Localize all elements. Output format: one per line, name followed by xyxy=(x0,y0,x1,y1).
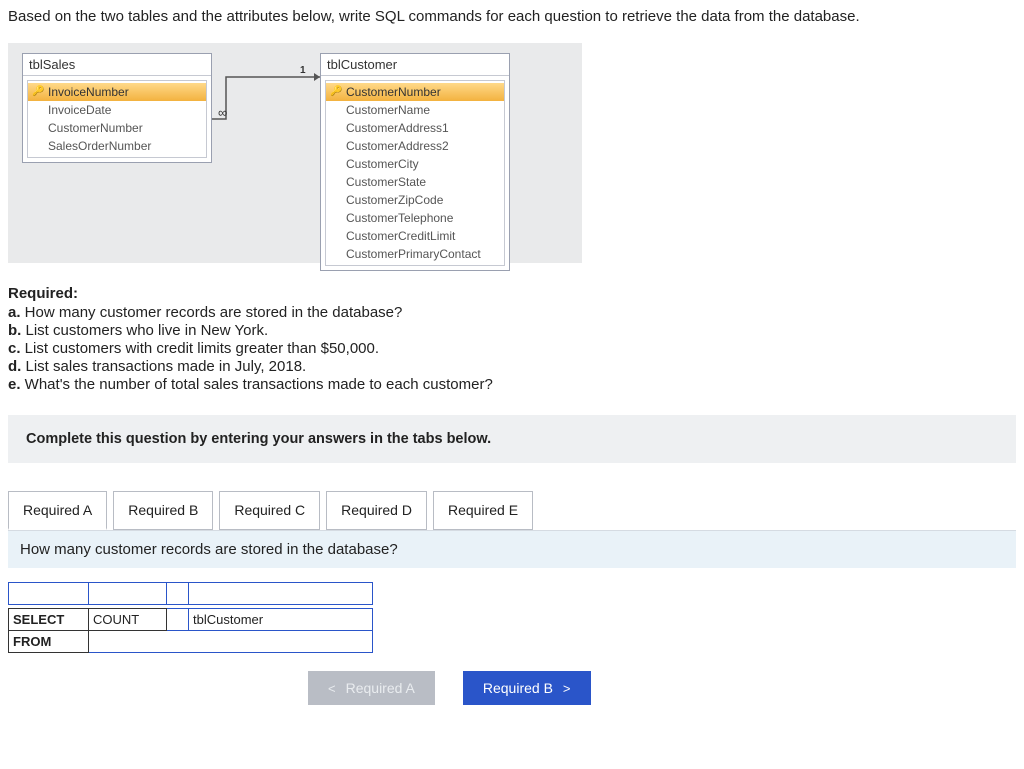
tab-required-d[interactable]: Required D xyxy=(326,491,427,530)
question-bar: How many customer records are stored in … xyxy=(8,530,1016,568)
nav-buttons: < Required A Required B > xyxy=(8,671,1016,705)
field-salesordernumber: SalesOrderNumber xyxy=(28,137,206,155)
cardinality-many: ∞ xyxy=(218,105,227,120)
table-tblsales: tblSales 🔑InvoiceNumber InvoiceDate Cust… xyxy=(22,53,212,163)
answer-grid: SELECT COUNT tblCustomer FROM xyxy=(8,582,373,653)
req-c: c. List customers with credit limits gre… xyxy=(8,340,1016,357)
relationship-line xyxy=(212,71,320,129)
tab-required-b[interactable]: Required B xyxy=(113,491,213,530)
prev-label: Required A xyxy=(346,680,415,696)
required-block: Required: a. How many customer records a… xyxy=(8,285,1016,393)
intro-text: Based on the two tables and the attribut… xyxy=(8,8,1016,25)
field-customerprimarycontact: CustomerPrimaryContact xyxy=(326,245,504,263)
tabs-row: Required A Required B Required C Require… xyxy=(8,491,1016,530)
next-button[interactable]: Required B > xyxy=(463,671,591,705)
field-customernumber-pk: 🔑CustomerNumber xyxy=(326,83,504,101)
req-d: d. List sales transactions made in July,… xyxy=(8,358,1016,375)
tab-required-a[interactable]: Required A xyxy=(8,491,107,530)
field-customeraddress2: CustomerAddress2 xyxy=(326,137,504,155)
field-customername: CustomerName xyxy=(326,101,504,119)
cell-from[interactable]: FROM xyxy=(9,631,89,653)
cell-r0c1[interactable] xyxy=(9,583,89,605)
required-heading: Required: xyxy=(8,285,1016,302)
cell-r0c3[interactable] xyxy=(167,583,189,605)
table-tblcustomer: tblCustomer 🔑CustomerNumber CustomerName… xyxy=(320,53,510,271)
req-b: b. List customers who live in New York. xyxy=(8,322,1016,339)
field-customernumber: CustomerNumber xyxy=(28,119,206,137)
field-customercity: CustomerCity xyxy=(326,155,504,173)
tab-required-e[interactable]: Required E xyxy=(433,491,533,530)
cell-from-value[interactable] xyxy=(89,631,373,653)
instruction-bar: Complete this question by entering your … xyxy=(8,415,1016,463)
req-e: e. What's the number of total sales tran… xyxy=(8,376,1016,393)
tab-required-c[interactable]: Required C xyxy=(219,491,320,530)
table-title-right: tblCustomer xyxy=(321,54,509,76)
table-title-left: tblSales xyxy=(23,54,211,76)
cell-select[interactable]: SELECT xyxy=(9,609,89,631)
next-label: Required B xyxy=(483,680,553,696)
field-customerstate: CustomerState xyxy=(326,173,504,191)
prev-button[interactable]: < Required A xyxy=(308,671,435,705)
cell-tblcustomer[interactable]: tblCustomer xyxy=(189,609,373,631)
cardinality-one: 1 xyxy=(300,65,306,76)
field-customercreditlimit: CustomerCreditLimit xyxy=(326,227,504,245)
cell-paren[interactable] xyxy=(167,609,189,631)
field-customeraddress1: CustomerAddress1 xyxy=(326,119,504,137)
field-customertelephone: CustomerTelephone xyxy=(326,209,504,227)
req-a: a. How many customer records are stored … xyxy=(8,304,1016,321)
chevron-right-icon: > xyxy=(563,681,571,696)
key-icon: 🔑 xyxy=(32,84,44,100)
er-diagram: tblSales 🔑InvoiceNumber InvoiceDate Cust… xyxy=(8,43,582,263)
cell-r0c2[interactable] xyxy=(89,583,167,605)
cell-r0c4[interactable] xyxy=(189,583,373,605)
field-invoicenumber: 🔑InvoiceNumber xyxy=(28,83,206,101)
field-invoicedate: InvoiceDate xyxy=(28,101,206,119)
field-customerzipcode: CustomerZipCode xyxy=(326,191,504,209)
key-icon: 🔑 xyxy=(330,84,342,100)
cell-count[interactable]: COUNT xyxy=(89,609,167,631)
chevron-left-icon: < xyxy=(328,681,336,696)
